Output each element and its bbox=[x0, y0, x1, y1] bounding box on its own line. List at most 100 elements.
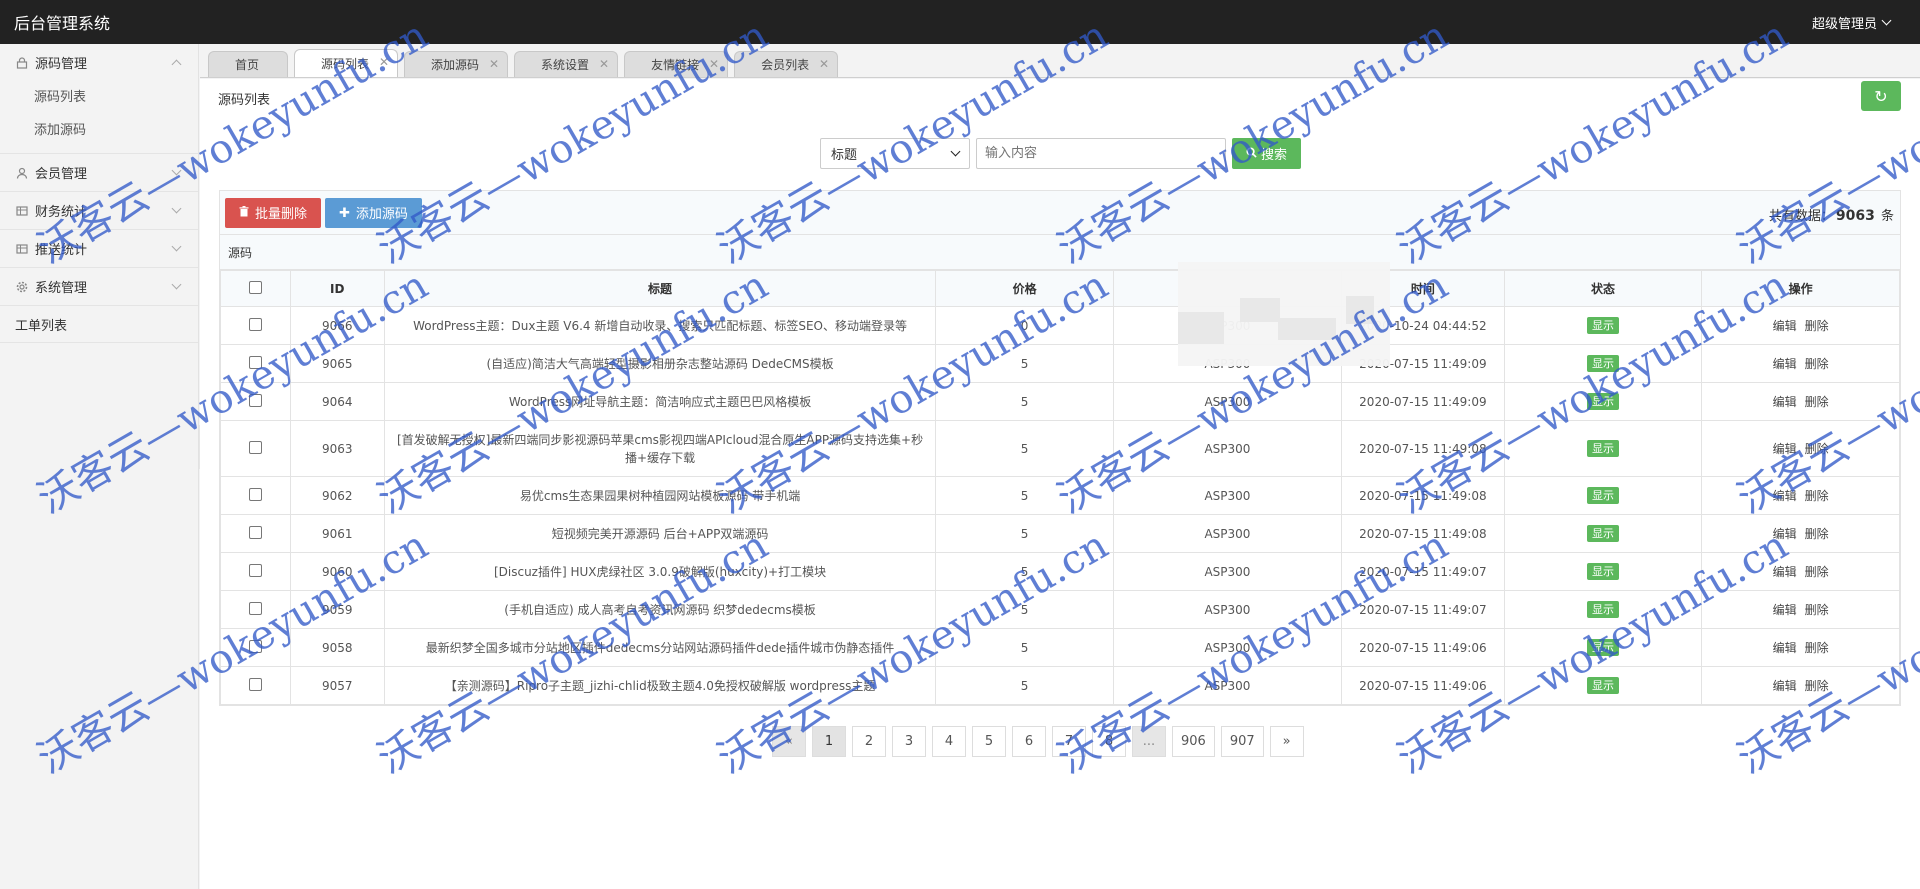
row-price: 0 bbox=[935, 306, 1114, 345]
close-icon[interactable]: ✕ bbox=[709, 57, 719, 71]
status-badge[interactable]: 显示 bbox=[1587, 601, 1620, 618]
pagination-page[interactable]: 4 bbox=[932, 726, 966, 757]
edit-link[interactable]: 编辑 bbox=[1773, 357, 1797, 371]
edit-link[interactable]: 编辑 bbox=[1773, 527, 1797, 541]
pagination-page[interactable]: 5 bbox=[972, 726, 1006, 757]
row-checkbox[interactable] bbox=[248, 440, 262, 454]
status-badge[interactable]: 显示 bbox=[1587, 393, 1620, 410]
status-badge[interactable]: 显示 bbox=[1587, 355, 1620, 372]
status-badge[interactable]: 显示 bbox=[1587, 677, 1620, 694]
pagination-page[interactable]: 7 bbox=[1052, 726, 1086, 757]
edit-link[interactable]: 编辑 bbox=[1773, 319, 1797, 333]
row-checkbox[interactable] bbox=[248, 563, 262, 577]
select-all-checkbox[interactable] bbox=[248, 280, 262, 294]
search-input[interactable] bbox=[976, 138, 1226, 169]
status-badge[interactable]: 显示 bbox=[1587, 487, 1620, 504]
row-uploader: ASP300 bbox=[1112, 476, 1343, 515]
pagination-prev[interactable]: « bbox=[772, 726, 806, 757]
sidebar-group-label: 会员管理 bbox=[35, 167, 88, 182]
tab-home[interactable]: 首页 bbox=[208, 51, 289, 77]
pagination-page[interactable]: 3 bbox=[892, 726, 926, 757]
tab-label: 系统设置 bbox=[541, 58, 590, 72]
status-badge[interactable]: 显示 bbox=[1587, 525, 1620, 542]
tab-system-settings[interactable]: 系统设置 ✕ bbox=[514, 51, 619, 77]
delete-link[interactable]: 删除 bbox=[1805, 603, 1829, 617]
edit-link[interactable]: 编辑 bbox=[1773, 565, 1797, 579]
tab-member-list[interactable]: 会员列表 ✕ bbox=[734, 51, 839, 77]
sidebar-item-source-manage[interactable]: 源码管理 bbox=[0, 44, 198, 81]
close-icon[interactable]: ✕ bbox=[599, 57, 609, 71]
delete-link[interactable]: 删除 bbox=[1805, 527, 1829, 541]
row-checkbox[interactable] bbox=[248, 393, 262, 407]
delete-link[interactable]: 删除 bbox=[1805, 565, 1829, 579]
row-price: 5 bbox=[935, 666, 1114, 705]
add-source-button[interactable]: ✚ 添加源码 bbox=[325, 197, 422, 228]
tab-friend-links[interactable]: 友情链接 ✕ bbox=[624, 51, 729, 77]
sidebar-item-ticket-list[interactable]: 工单列表 bbox=[0, 306, 198, 343]
row-time: 2020-07-15 11:49:09 bbox=[1341, 382, 1505, 421]
delete-link[interactable]: 删除 bbox=[1805, 641, 1829, 655]
tab-source-list[interactable]: 源码列表 ✕ bbox=[294, 49, 399, 77]
sidebar-item-add-source[interactable]: 添加源码 bbox=[0, 114, 198, 147]
row-id: 9063 bbox=[289, 420, 385, 477]
row-uploader: ASP300 bbox=[1112, 590, 1343, 629]
status-badge[interactable]: 显示 bbox=[1587, 317, 1620, 334]
column-header-status[interactable]: 状态 bbox=[1503, 270, 1703, 307]
edit-link[interactable]: 编辑 bbox=[1773, 395, 1797, 409]
table-icon bbox=[15, 242, 29, 256]
edit-link[interactable]: 编辑 bbox=[1773, 641, 1797, 655]
column-header-title[interactable]: 标题 bbox=[383, 270, 937, 307]
table-row: 9059 (手机自适应) 成人高考自考资讯网源码 织梦dedecms模板 5 A… bbox=[220, 590, 1900, 629]
delete-link[interactable]: 删除 bbox=[1805, 357, 1829, 371]
search-icon bbox=[1246, 146, 1257, 161]
sidebar-item-source-list[interactable]: 源码列表 bbox=[0, 81, 198, 114]
column-header-price[interactable]: 价格 bbox=[935, 270, 1114, 307]
column-header-actions: 操作 bbox=[1701, 270, 1900, 307]
batch-delete-button[interactable]: 批量删除 bbox=[225, 197, 322, 228]
edit-link[interactable]: 编辑 bbox=[1773, 603, 1797, 617]
search-button[interactable]: 搜索 bbox=[1232, 138, 1302, 169]
row-checkbox[interactable] bbox=[248, 525, 262, 539]
pagination-page[interactable]: 906 bbox=[1172, 726, 1215, 757]
edit-link[interactable]: 编辑 bbox=[1773, 489, 1797, 503]
row-title: [首发破解无授权]最新四端同步影视源码苹果cms影视四端APIcloud混合原生… bbox=[383, 420, 937, 477]
pagination-next[interactable]: » bbox=[1269, 726, 1304, 757]
edit-link[interactable]: 编辑 bbox=[1773, 442, 1797, 456]
column-header-id[interactable]: ID bbox=[289, 270, 385, 307]
sidebar-group-label: 源码管理 bbox=[35, 57, 88, 72]
row-checkbox[interactable] bbox=[248, 601, 262, 615]
close-icon[interactable]: ✕ bbox=[379, 55, 389, 69]
edit-link[interactable]: 编辑 bbox=[1773, 679, 1797, 693]
search-field-select[interactable]: 标题 bbox=[820, 138, 970, 169]
close-icon[interactable]: ✕ bbox=[489, 57, 499, 71]
status-badge[interactable]: 显示 bbox=[1587, 639, 1620, 656]
pagination-page[interactable]: 1 bbox=[812, 726, 846, 757]
refresh-button[interactable]: ↻ bbox=[1861, 81, 1901, 111]
row-checkbox[interactable] bbox=[248, 639, 262, 653]
pagination-page[interactable]: 2 bbox=[852, 726, 886, 757]
delete-link[interactable]: 删除 bbox=[1805, 395, 1829, 409]
sidebar-item-finance-stats[interactable]: 财务统计 bbox=[0, 192, 198, 229]
status-badge[interactable]: 显示 bbox=[1587, 563, 1620, 580]
row-checkbox[interactable] bbox=[248, 317, 262, 331]
pagination-page[interactable]: 8 bbox=[1092, 726, 1126, 757]
delete-link[interactable]: 删除 bbox=[1805, 679, 1829, 693]
delete-link[interactable]: 删除 bbox=[1805, 489, 1829, 503]
pagination-page[interactable]: 6 bbox=[1012, 726, 1046, 757]
user-menu[interactable]: 超级管理员 bbox=[1812, 13, 1892, 32]
sidebar-item-push-stats[interactable]: 推送统计 bbox=[0, 230, 198, 267]
row-price: 5 bbox=[935, 420, 1114, 477]
row-checkbox[interactable] bbox=[248, 677, 262, 691]
pagination-page[interactable]: 907 bbox=[1220, 726, 1264, 757]
tab-add-source[interactable]: 添加源码 ✕ bbox=[404, 51, 509, 77]
close-icon[interactable]: ✕ bbox=[819, 57, 829, 71]
delete-link[interactable]: 删除 bbox=[1805, 442, 1829, 456]
table-header-row: ID 标题 价格 时间 状态 操作 bbox=[220, 270, 1900, 307]
sidebar-item-member-manage[interactable]: 会员管理 bbox=[0, 154, 198, 191]
source-panel: 批量删除 ✚ 添加源码 共有数据： 9063 条 源码 ID 标题 价格 时间 … bbox=[219, 190, 1901, 706]
row-checkbox[interactable] bbox=[248, 487, 262, 501]
delete-link[interactable]: 删除 bbox=[1805, 319, 1829, 333]
status-badge[interactable]: 显示 bbox=[1587, 440, 1620, 457]
row-checkbox[interactable] bbox=[248, 355, 262, 369]
sidebar-item-system-manage[interactable]: 系统管理 bbox=[0, 268, 198, 305]
